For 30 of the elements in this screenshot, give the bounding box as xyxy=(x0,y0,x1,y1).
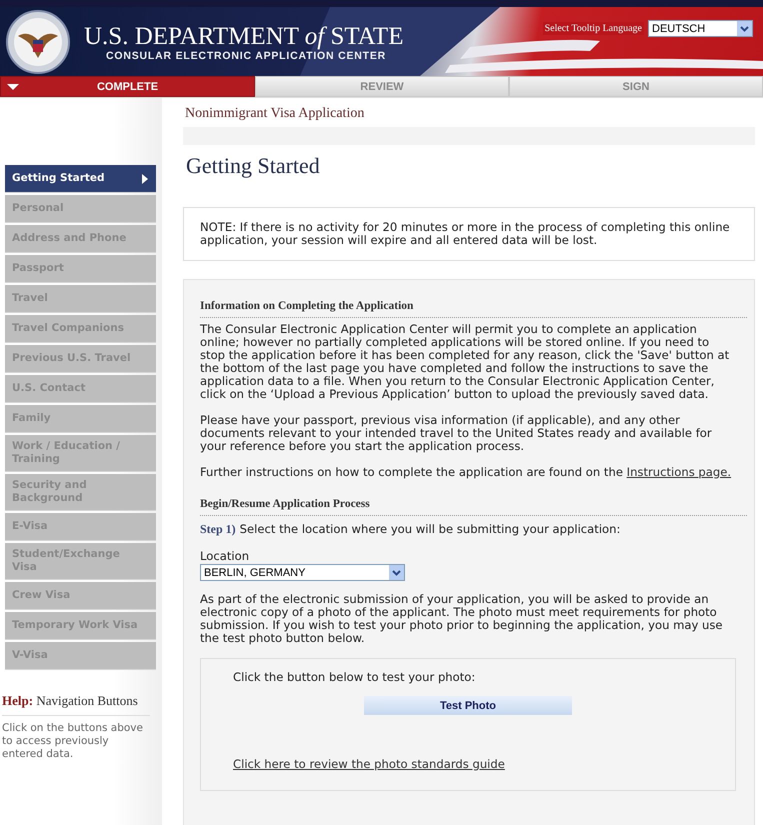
site-title: U.S. DEPARTMENT of STATE xyxy=(84,24,404,50)
seal-icon xyxy=(6,10,70,74)
step-tab[interactable]: REVIEW xyxy=(255,76,509,97)
section-heading: Information on Completing the Application xyxy=(200,294,747,318)
info-paragraph: The Consular Electronic Application Center will permit you to complete an application online; however no partially completed applications will be stored online. If you need to stop the application before it has been completed for any reason, click the 'Save' button at the bottom of the last page you have completed and follow the instructions to save the application data to a file. When you return to the Consular Electronic Application Center, click on the ‘Upload a Previous Application’ button to upload the previously saved data. xyxy=(200,323,730,401)
caret-icon xyxy=(7,84,19,90)
breadcrumb: Nonimmigrant Visa Application xyxy=(184,106,366,122)
section-heading: Begin/Resume Application Process xyxy=(200,492,747,516)
info-paragraph: Further instructions on how to complete the application are found on the Instructions page. xyxy=(200,466,732,479)
info-paragraph: Please have your passport, previous visa information (if applicable), and any other documents relevant to your intended travel to the United States ready and available for your reference before you start the application process. xyxy=(200,414,713,453)
site-subtitle: CONSULAR ELECTRONIC APPLICATION CENTER xyxy=(106,50,388,62)
step-label: Step 1) xyxy=(200,522,236,537)
location-label: Location xyxy=(200,549,250,563)
page-title: Getting Started xyxy=(185,153,321,179)
step-text: Select the location where you will be submitting your application: xyxy=(240,522,620,536)
step-tab[interactable]: SIGN xyxy=(509,76,763,97)
tooltip-language-label: Select Tooltip Language xyxy=(542,22,644,35)
photo-prompt: Click the button below to test your photo: xyxy=(233,670,476,684)
test-photo-button[interactable]: Test Photo xyxy=(364,696,572,715)
location-select[interactable]: BERLIN, GERMANY xyxy=(200,564,405,581)
session-note: NOTE: If there is no activity for 20 minutes or more in the process of completing this online application, your session will expire and all entered data will be lost. xyxy=(183,207,755,261)
nav-item[interactable]: Getting Started xyxy=(5,165,156,193)
arrow-icon xyxy=(142,174,148,184)
help-title: Help: Navigation Buttons xyxy=(2,689,150,716)
step-tab[interactable]: COMPLETE xyxy=(0,76,255,97)
instructions-link[interactable]: Instructions page. xyxy=(626,465,732,479)
photo-standards-link[interactable]: Click here to review the photo standards guide xyxy=(233,757,505,771)
language-select[interactable]: DEUTSCH xyxy=(648,20,753,37)
photo-paragraph: As part of the electronic submission of your application, you will be asked to provide an electronic copy of a photo of the applicant. The photo must meet requirements for photo submission. If you wish to test your photo prior to beginning the application, you may use the test photo button below. xyxy=(200,593,724,645)
help-text: Click on the buttons above to access previously entered data. xyxy=(2,722,144,761)
